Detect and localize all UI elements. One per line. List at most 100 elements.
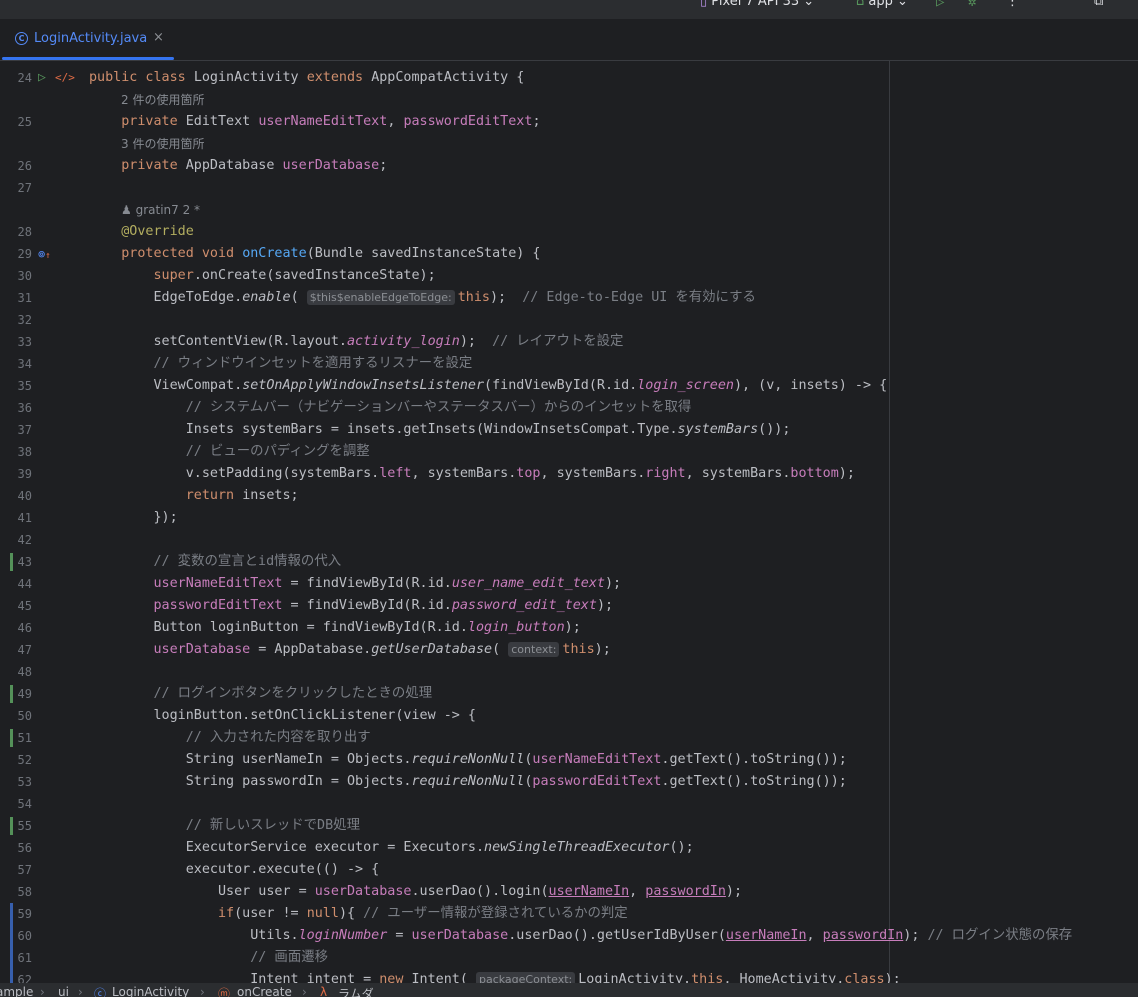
code-line: 39 v.setPadding(systemBars.left, systemB… (0, 463, 1138, 485)
run-config-selector[interactable]: ⌂ app ⌄ (856, 0, 908, 9)
code-text: User user = userDatabase.userDao().login… (89, 884, 743, 899)
param-hint: $this$enableEdgeToEdge: (306, 290, 455, 305)
code-text: passwordEditText = findViewById(R.id.pas… (153, 598, 614, 613)
more-icon[interactable]: ⋮ (1006, 0, 1019, 9)
active-tab-indicator (2, 57, 174, 60)
line-number: 50 (17, 709, 32, 723)
code-line: 32 (0, 309, 1138, 331)
code-text: Button loginButton = findViewById(R.id.l… (89, 620, 581, 635)
breadcrumb-item[interactable]: ample (0, 985, 33, 997)
code-text: if(user != null){ // ユーザー情報が登録されているかの判定 (218, 906, 628, 921)
breadcrumb-item[interactable]: ラムダ (338, 985, 374, 997)
line-number: 25 (17, 115, 32, 129)
close-icon[interactable]: × (153, 30, 164, 45)
code-text: public class LoginActivity extends AppCo… (89, 70, 525, 85)
code-text: // ウィンドウインセットを適用するリスナーを設定 (153, 356, 473, 371)
usage-hint-line: 2 件の使用箇所 (0, 89, 1138, 111)
user-icon: ♟ (121, 203, 136, 217)
line-number: 55 (17, 819, 32, 833)
code-line: 27 (0, 177, 1138, 199)
code-text: EdgeToEdge.enable( $this$enableEdgeToEdg… (89, 290, 756, 305)
tab-login-activity[interactable]: C LoginActivity.java × (0, 19, 175, 60)
chevron-right-icon: › (302, 985, 307, 997)
code-editor[interactable]: 24 ▷ </> public class LoginActivity exte… (0, 61, 1138, 983)
override-method-icon[interactable]: ⊚↑ (38, 244, 51, 266)
chevron-right-icon: › (78, 985, 83, 997)
line-number: 56 (17, 841, 32, 855)
line-number: 57 (17, 863, 32, 877)
code-text: userNameEditText = findViewById(R.id.use… (153, 576, 622, 591)
line-number: 27 (17, 181, 32, 195)
device-selector[interactable]: ▯ Pixel 7 API 33 ⌄ (700, 0, 814, 9)
author-hint[interactable]: ♟ gratin7 2 * (121, 199, 200, 221)
code-line: 38 // ビューのパディングを調整 (0, 441, 1138, 463)
change-marker[interactable] (10, 903, 13, 925)
debug-icon[interactable]: ✲ (968, 0, 976, 10)
line-number: 34 (17, 357, 32, 371)
run-gutter-icon[interactable]: ▷ (38, 68, 46, 88)
line-number: 43 (17, 555, 32, 569)
line-number: 51 (17, 731, 32, 745)
chevron-down-icon: ⌄ (892, 0, 908, 9)
line-number: 46 (17, 621, 32, 635)
line-number: 60 (17, 929, 32, 943)
code-text: }); (89, 510, 178, 525)
code-line: 60 Utils.loginNumber = userDatabase.user… (0, 925, 1138, 947)
code-line: 42 (0, 529, 1138, 551)
line-number: 61 (17, 951, 32, 965)
line-number: 53 (17, 775, 32, 789)
run-icon[interactable]: ▷ (936, 0, 944, 10)
line-number: 47 (17, 643, 32, 657)
change-marker[interactable] (10, 729, 13, 747)
code-line: 62 Intent intent = new Intent( packageCo… (0, 969, 1138, 983)
device-manager-icon[interactable]: ⧉ (1094, 0, 1103, 9)
code-text: ExecutorService executor = Executors.new… (89, 840, 694, 855)
code-line: 40 return insets; (0, 485, 1138, 507)
code-text: Insets systemBars = insets.getInsets(Win… (89, 422, 791, 437)
chevron-right-icon: › (40, 985, 45, 997)
line-number: 26 (17, 159, 32, 173)
code-tag-icon: </> (55, 71, 75, 84)
code-line: 30 super.onCreate(savedInstanceState); (0, 265, 1138, 287)
change-marker[interactable] (10, 817, 13, 835)
code-line: 49 // ログインボタンをクリックしたときの処理 (0, 683, 1138, 705)
code-line: 51 // 入力された内容を取り出す (0, 727, 1138, 749)
change-marker[interactable] (10, 969, 13, 983)
code-text: private AppDatabase userDatabase; (121, 158, 388, 173)
change-marker[interactable] (10, 947, 13, 969)
line-number: 44 (17, 577, 32, 591)
line-number: 28 (17, 225, 32, 239)
code-line: 59 if(user != null){ // ユーザー情報が登録されているかの… (0, 903, 1138, 925)
line-number: 36 (17, 401, 32, 415)
code-line: 37 Insets systemBars = insets.getInsets(… (0, 419, 1138, 441)
code-line: 56 ExecutorService executor = Executors.… (0, 837, 1138, 859)
line-number: 49 (17, 687, 32, 701)
code-text: // 画面遷移 (250, 950, 328, 965)
line-number: 62 (17, 973, 32, 983)
breadcrumb-item[interactable]: LoginActivity (112, 985, 189, 997)
code-text: ViewCompat.setOnApplyWindowInsetsListene… (89, 378, 888, 393)
code-text: v.setPadding(systemBars.left, systemBars… (89, 466, 855, 481)
breadcrumb-item[interactable]: onCreate (237, 985, 292, 997)
param-hint: packageContext: (475, 972, 576, 983)
breadcrumb: ample › ui › ⓒ LoginActivity › ⓜ onCreat… (0, 983, 1138, 997)
line-number: 33 (17, 335, 32, 349)
code-line: 58 User user = userDatabase.userDao().lo… (0, 881, 1138, 903)
breadcrumb-item[interactable]: ui (58, 985, 69, 997)
change-marker[interactable] (10, 925, 13, 947)
usages-hint[interactable]: 3 件の使用箇所 (121, 133, 204, 155)
android-icon: ⌂ (856, 0, 869, 9)
usages-hint[interactable]: 2 件の使用箇所 (121, 89, 204, 111)
change-marker[interactable] (10, 553, 13, 571)
line-number: 45 (17, 599, 32, 613)
code-text: // 変数の宣言とid情報の代入 (153, 554, 342, 569)
code-text: // システムバー（ナビゲーションバーやステータスバー）からのインセットを取得 (185, 400, 692, 415)
code-line: 24 ▷ </> public class LoginActivity exte… (0, 67, 1138, 89)
change-marker[interactable] (10, 685, 13, 703)
code-line: 41 }); (0, 507, 1138, 529)
editor-tab-bar: C LoginActivity.java × (0, 19, 1138, 61)
code-line: 45 passwordEditText = findViewById(R.id.… (0, 595, 1138, 617)
code-line: 53 String passwordIn = Objects.requireNo… (0, 771, 1138, 793)
code-text: super.onCreate(savedInstanceState); (153, 268, 436, 283)
line-number: 54 (17, 797, 32, 811)
